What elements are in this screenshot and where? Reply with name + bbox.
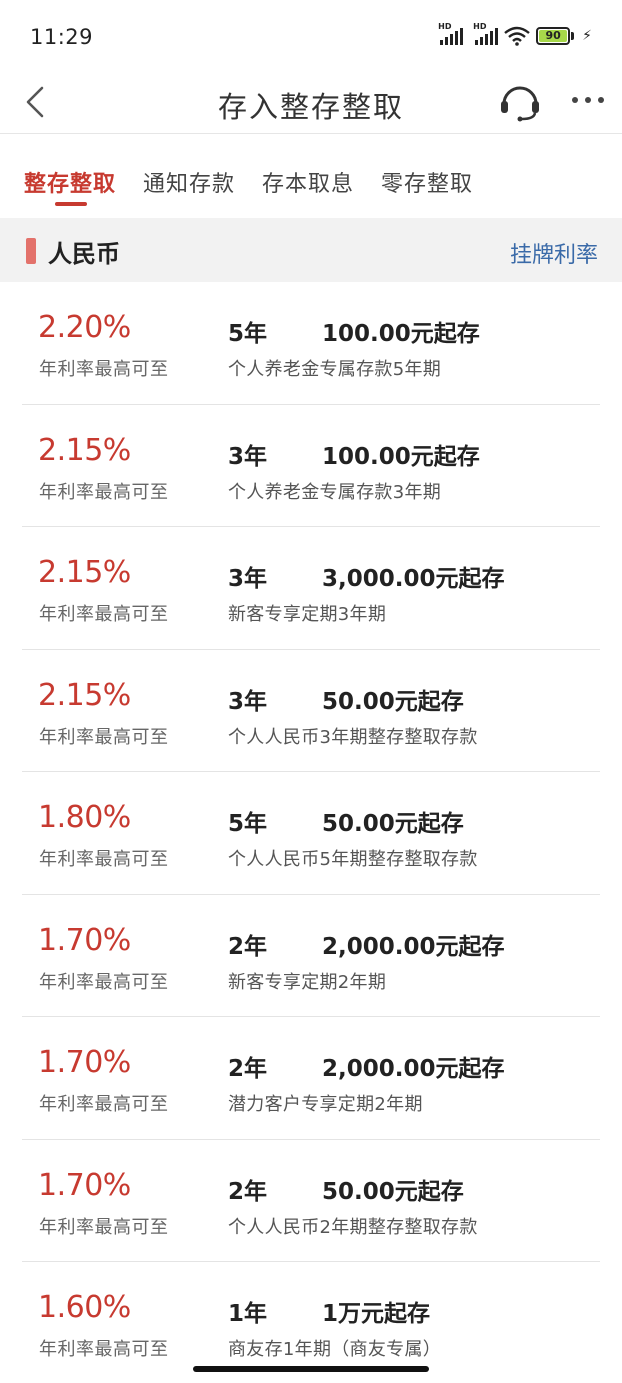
product-term: 3年 [228,688,268,715]
product-min-amount: 2,000.00元起存 [322,1056,505,1082]
product-name: 个人养老金专属存款3年期 [228,481,442,503]
rate-label: 年利率最高可至 [39,1216,169,1238]
product-row[interactable]: 2.15% 年利率最高可至 3年 100.00元起存 个人养老金专属存款3年期 [0,405,622,527]
product-term: 2年 [228,1178,268,1205]
rate-label: 年利率最高可至 [39,1094,169,1115]
signal-icon: HD [473,22,499,45]
tab-installment-deposit[interactable]: 零存整取 [381,166,473,198]
product-name: 商友存1年期（商友专属） [228,1339,442,1360]
signal-hd-label: HD [473,22,487,31]
product-row[interactable]: 1.80% 年利率最高可至 5年 50.00元起存 个人人民币5年期整存整取存款 [0,772,622,895]
product-name: 潜力客户专享定期2年期 [228,1094,423,1115]
product-rate: 1.70% [38,1045,131,1080]
section-marker [26,238,36,264]
product-term: 3年 [228,566,268,592]
signal-hd-label: HD [438,22,452,31]
active-tab-indicator [55,202,87,206]
product-term: 1年 [228,1301,268,1327]
product-min-amount: 50.00元起存 [322,688,464,715]
product-min-amount: 3,000.00元起存 [322,566,505,592]
product-row[interactable]: 2.15% 年利率最高可至 3年 3,000.00元起存 新客专享定期3年期 [0,527,622,650]
product-min-amount: 1万元起存 [322,1301,431,1327]
product-term: 5年 [228,321,268,347]
product-list: 2.20% 年利率最高可至 5年 100.00元起存 个人养老金专属存款5年期 … [0,282,622,1383]
product-term: 3年 [228,443,268,470]
nav-bar: 存入整存整取 [0,72,622,134]
status-time: 11:29 [30,25,94,49]
battery-icon: 90 [536,27,575,45]
product-rate: 2.20% [38,310,131,345]
product-rate: 2.15% [38,555,131,590]
tab-lump-sum[interactable]: 整存整取 [24,166,116,198]
product-row[interactable]: 1.70% 年利率最高可至 2年 2,000.00元起存 潜力客户专享定期2年期 [0,1017,622,1140]
rate-label: 年利率最高可至 [39,481,169,503]
charging-icon: ⚡ [582,28,592,44]
product-name: 新客专享定期3年期 [228,604,387,625]
deposit-type-tabs: 整存整取 通知存款 存本取息 零存整取 [0,150,622,216]
signal-icon: HD [438,22,464,45]
rate-label: 年利率最高可至 [39,1339,169,1360]
home-indicator[interactable] [193,1366,429,1372]
product-min-amount: 100.00元起存 [322,443,480,470]
product-row[interactable]: 2.15% 年利率最高可至 3年 50.00元起存 个人人民币3年期整存整取存款 [0,650,622,772]
product-row[interactable]: 1.70% 年利率最高可至 2年 50.00元起存 个人人民币2年期整存整取存款 [0,1140,622,1262]
product-row[interactable]: 1.60% 年利率最高可至 1年 1万元起存 商友存1年期（商友专属） [0,1262,622,1383]
listed-rates-link[interactable]: 挂牌利率 [510,237,598,269]
status-bar: 11:29 HD HD 90 ⚡ [0,0,622,72]
product-rate: 1.70% [38,1167,131,1203]
product-name: 个人人民币3年期整存整取存款 [228,726,478,748]
rate-label: 年利率最高可至 [39,604,169,625]
more-icon[interactable] [570,94,606,106]
rate-label: 年利率最高可至 [39,726,169,748]
status-icons: HD HD 90 ⚡ [438,22,592,46]
tab-interest-withdrawal[interactable]: 存本取息 [262,166,354,198]
rate-label: 年利率最高可至 [39,849,169,870]
product-rate: 2.15% [38,432,131,468]
product-min-amount: 50.00元起存 [322,1178,464,1205]
product-min-amount: 2,000.00元起存 [322,933,505,960]
tab-notice-deposit[interactable]: 通知存款 [143,166,235,198]
product-rate: 1.60% [38,1290,131,1325]
product-row[interactable]: 1.70% 年利率最高可至 2年 2,000.00元起存 新客专享定期2年期 [0,895,622,1017]
product-term: 2年 [228,1056,268,1082]
rate-label: 年利率最高可至 [39,971,169,993]
battery-level: 90 [539,30,568,42]
currency-title: 人民币 [48,240,120,268]
product-rate: 1.70% [38,922,131,958]
product-rate: 1.80% [38,800,131,835]
product-name: 个人养老金专属存款5年期 [228,359,442,380]
product-term: 2年 [228,933,268,960]
product-min-amount: 50.00元起存 [322,811,464,837]
product-rate: 2.15% [38,677,131,713]
product-name: 个人人民币2年期整存整取存款 [228,1216,478,1238]
rate-label: 年利率最高可至 [39,359,169,380]
product-term: 5年 [228,811,268,837]
product-name: 新客专享定期2年期 [228,971,387,993]
product-min-amount: 100.00元起存 [322,321,480,347]
wifi-icon [504,26,530,46]
product-name: 个人人民币5年期整存整取存款 [228,849,478,870]
product-row[interactable]: 2.20% 年利率最高可至 5年 100.00元起存 个人养老金专属存款5年期 [0,282,622,405]
headset-icon[interactable] [498,80,542,122]
currency-section-header: 人民币 挂牌利率 [0,218,622,282]
